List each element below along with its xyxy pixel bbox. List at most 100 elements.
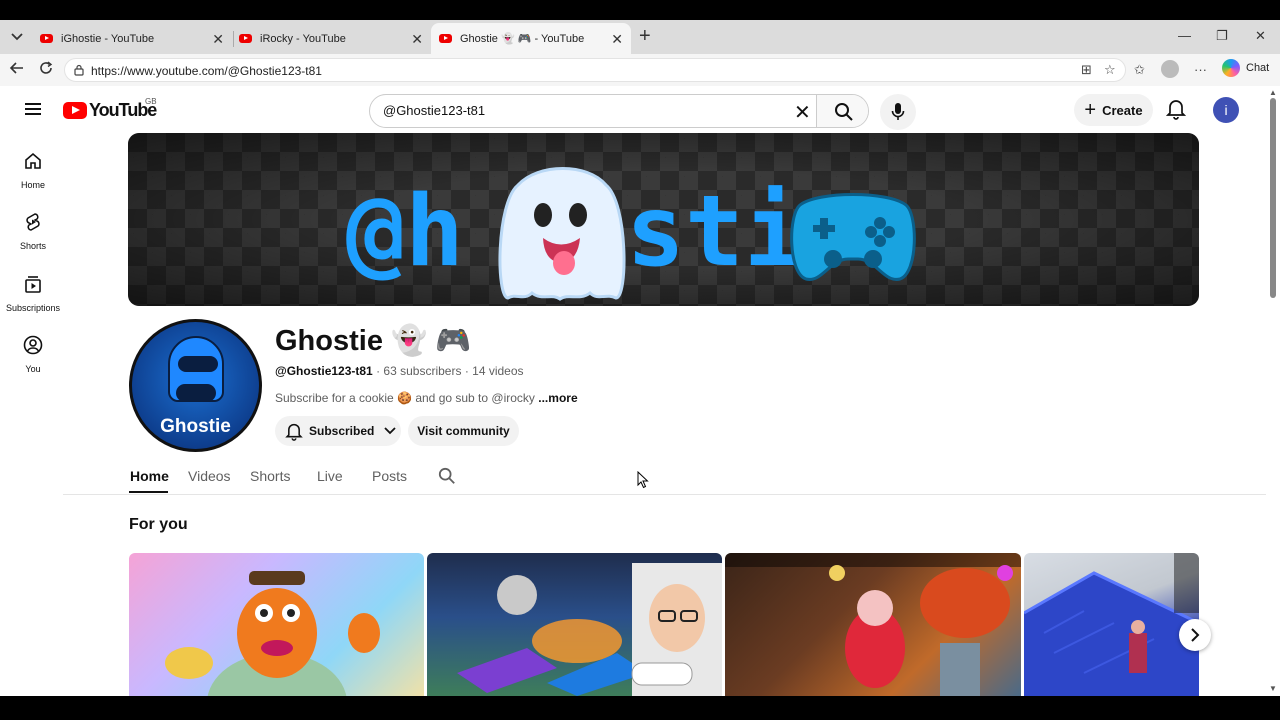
- description-text: Subscribe for a cookie 🍪 and go sub to @…: [275, 391, 535, 405]
- scrollbar-thumb[interactable]: [1270, 98, 1276, 298]
- fishstick-figure: [165, 571, 380, 696]
- chevron-right-icon: [1191, 628, 1200, 642]
- chevron-down-icon: [384, 427, 396, 435]
- search-box[interactable]: @Ghostie123-t81 ✕: [369, 94, 869, 128]
- tabs-divider: [63, 494, 1266, 495]
- tab-list-button[interactable]: [6, 26, 28, 48]
- app-available-icon[interactable]: ⊞: [1081, 62, 1092, 78]
- search-button[interactable]: [816, 95, 868, 127]
- next-arrow-button[interactable]: [1179, 619, 1211, 651]
- restore-icon[interactable]: ❐: [1216, 28, 1228, 44]
- browser-tab-ighostie[interactable]: iGhostie - YouTube ✕: [32, 23, 232, 54]
- favorite-star-icon[interactable]: ☆: [1104, 62, 1116, 78]
- browser-tab-title: iRocky - YouTube: [260, 32, 346, 45]
- close-tab-icon[interactable]: ✕: [611, 31, 623, 48]
- scroll-down-arrow-icon[interactable]: ▼: [1269, 684, 1277, 693]
- video-thumbnail[interactable]: [1024, 553, 1199, 696]
- url-text: https://www.youtube.com/@Ghostie123-t81: [91, 64, 322, 78]
- subscribed-label: Subscribed: [309, 424, 375, 438]
- close-window-icon[interactable]: ✕: [1255, 28, 1266, 44]
- gamepad-icon: [790, 193, 916, 281]
- home-icon: [25, 152, 41, 169]
- tab-videos[interactable]: Videos: [188, 468, 231, 484]
- clear-search-icon[interactable]: ✕: [794, 100, 811, 125]
- search-input[interactable]: @Ghostie123-t81: [383, 103, 485, 118]
- avatar-controller-icon: [176, 384, 216, 402]
- close-tab-icon[interactable]: ✕: [411, 31, 423, 48]
- bell-icon: [285, 423, 303, 441]
- youtube-page: YouTube GB @Ghostie123-t81 ✕ + Create i …: [0, 86, 1266, 696]
- url-field[interactable]: https://www.youtube.com/@Ghostie123-t81: [64, 58, 1126, 82]
- youtube-favicon-icon: [439, 34, 452, 43]
- sidebar-item-subscriptions[interactable]: Subscriptions: [0, 274, 66, 313]
- search-icon: [835, 103, 853, 121]
- browser-tabstrip: iGhostie - YouTube ✕ iRocky - YouTube ✕ …: [0, 20, 1280, 54]
- channel-banner: @h sti: [128, 133, 1199, 306]
- site-info-icon[interactable]: [73, 64, 85, 76]
- sidebar-item-shorts[interactable]: Shorts: [0, 212, 66, 251]
- subscriber-count: 63 subscribers: [383, 364, 462, 378]
- fortnite-fight-scene: [725, 553, 1021, 696]
- tab-shorts[interactable]: Shorts: [250, 468, 290, 484]
- voice-search-button[interactable]: [880, 94, 916, 130]
- microphone-icon: [891, 103, 905, 120]
- channel-meta: @Ghostie123-t81 · 63 subscribers · 14 vi…: [275, 364, 524, 378]
- back-icon[interactable]: [9, 61, 24, 79]
- region-code: GB: [145, 97, 157, 106]
- youtube-favicon-icon: [40, 34, 53, 43]
- reload-icon[interactable]: [39, 61, 53, 79]
- sidebar-label: Shorts: [19, 241, 46, 251]
- video-thumbnail[interactable]: [129, 553, 424, 696]
- video-thumbnail[interactable]: [725, 553, 1021, 696]
- more-link[interactable]: ...more: [538, 391, 577, 405]
- create-label: Create: [1102, 102, 1143, 118]
- new-tab-button[interactable]: +: [639, 26, 651, 46]
- channel-description[interactable]: Subscribe for a cookie 🍪 and go sub to @…: [275, 391, 578, 405]
- channel-search-icon[interactable]: [438, 467, 456, 488]
- youtube-play-icon: [63, 102, 87, 119]
- sidebar-item-home[interactable]: Home: [0, 151, 66, 190]
- scroll-up-arrow-icon[interactable]: ▲: [1269, 88, 1277, 97]
- banner-text-right: sti: [626, 175, 803, 289]
- visit-community-button[interactable]: Visit community: [408, 416, 519, 446]
- notifications-icon[interactable]: [1165, 98, 1187, 125]
- chevron-down-icon: [11, 33, 23, 41]
- video-thumbnail[interactable]: [427, 553, 722, 696]
- profile-icon[interactable]: [1161, 60, 1179, 81]
- subscribed-button[interactable]: Subscribed: [275, 416, 401, 446]
- create-button[interactable]: + Create: [1074, 94, 1153, 126]
- youtube-logo[interactable]: YouTube: [63, 100, 157, 121]
- subscriptions-icon: [25, 276, 41, 293]
- chat-label: Chat: [1246, 62, 1270, 74]
- browser-tab-irocky[interactable]: iRocky - YouTube ✕: [231, 23, 431, 54]
- copilot-chat-button[interactable]: Chat: [1222, 59, 1269, 77]
- more-menu-icon[interactable]: ···: [1194, 62, 1207, 77]
- page-scrollbar[interactable]: ▲ ▼: [1266, 86, 1280, 696]
- browser-tab-title: Ghostie 👻 🎮 - YouTube: [460, 33, 585, 45]
- guide-menu-icon[interactable]: [25, 103, 41, 115]
- browser-tab-ghostie[interactable]: Ghostie 👻 🎮 - YouTube ✕: [431, 23, 631, 54]
- copilot-logo-icon: [1222, 59, 1240, 77]
- active-tab-indicator: [129, 491, 168, 493]
- tab-posts[interactable]: Posts: [372, 468, 407, 484]
- banner-artwork: @h sti: [346, 167, 916, 301]
- account-avatar[interactable]: i: [1213, 97, 1239, 123]
- favorites-icon[interactable]: ✩: [1134, 62, 1145, 78]
- channel-handle: @Ghostie123-t81: [275, 364, 373, 378]
- ghost-icon: [498, 167, 626, 301]
- close-tab-icon[interactable]: ✕: [212, 31, 224, 48]
- sidebar-item-you[interactable]: You: [0, 335, 66, 374]
- mouse-cursor-icon: [637, 471, 649, 489]
- browser-tab-title: iGhostie - YouTube: [61, 32, 155, 45]
- you-icon: [23, 335, 43, 355]
- minimize-icon[interactable]: —: [1178, 28, 1191, 43]
- channel-title: Ghostie 👻 🎮: [275, 325, 472, 357]
- sidebar-label: You: [25, 364, 41, 374]
- tab-home[interactable]: Home: [130, 468, 169, 484]
- shorts-icon: [26, 213, 40, 231]
- channel-avatar[interactable]: Ghostie: [129, 319, 262, 452]
- fortnite-build-scene: [1024, 553, 1199, 696]
- plus-icon: +: [1084, 98, 1097, 121]
- tab-live[interactable]: Live: [317, 468, 343, 484]
- video-count: 14 videos: [472, 364, 524, 378]
